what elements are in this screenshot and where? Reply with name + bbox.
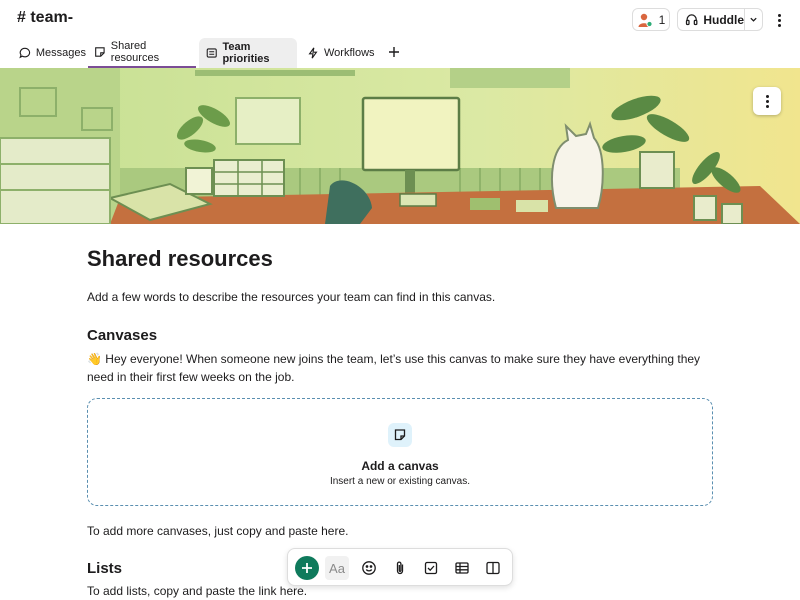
more-options-icon[interactable] — [772, 10, 786, 30]
headphones-icon — [685, 14, 698, 26]
tab-messages[interactable]: Messages — [12, 38, 86, 68]
tab-label: Team priorities — [222, 41, 270, 65]
header-banner-image — [0, 68, 800, 224]
emoji-button[interactable] — [357, 556, 381, 580]
insert-button[interactable] — [295, 556, 319, 580]
table-icon — [455, 562, 469, 574]
columns-icon — [486, 561, 500, 575]
lists-heading[interactable]: Lists — [87, 560, 122, 577]
channel-tabs: Messages Shared resources Team prioritie… — [0, 38, 800, 68]
checkbox-icon — [424, 561, 438, 575]
canvas-icon — [95, 47, 105, 57]
canvases-description[interactable]: 👋 Hey everyone! When someone new joins t… — [87, 350, 712, 386]
more-canvases-text[interactable]: To add more canvases, just copy and past… — [87, 524, 349, 538]
add-canvas-title: Add a canvas — [361, 459, 439, 473]
tab-label: Shared resources — [110, 40, 160, 64]
banner-options-icon[interactable] — [753, 87, 781, 115]
channel-header: # team- 1 Huddle — [0, 0, 800, 38]
wave-emoji: 👋 — [87, 352, 102, 366]
avatar-icon — [638, 13, 653, 27]
message-icon — [19, 47, 31, 59]
canvas-icon — [388, 423, 412, 447]
table-button[interactable] — [450, 556, 474, 580]
huddle-label: Huddle — [703, 12, 744, 27]
huddle-start[interactable]: Huddle — [678, 9, 745, 30]
emoji-icon — [362, 561, 376, 575]
formatting-toolbar: Aa — [287, 548, 513, 586]
member-count: 1 — [658, 12, 666, 27]
channel-title[interactable]: # team- — [17, 9, 73, 27]
tab-workflows[interactable]: Workflows — [300, 38, 380, 68]
tab-label: Messages — [35, 47, 86, 59]
plus-icon — [389, 47, 399, 57]
add-canvas-dropzone[interactable]: Add a canvas Insert a new or existing ca… — [87, 398, 713, 506]
huddle-options[interactable] — [745, 9, 762, 30]
page-title[interactable]: Shared resources — [87, 246, 273, 272]
lists-text[interactable]: To add lists, copy and paste the link he… — [87, 584, 307, 598]
tab-team-priorities[interactable]: Team priorities — [199, 38, 297, 68]
attachment-icon — [396, 561, 404, 575]
canvases-heading[interactable]: Canvases — [87, 327, 157, 344]
lightning-icon — [308, 47, 318, 59]
text-format-icon: Aa — [329, 560, 345, 576]
add-canvas-subtitle: Insert a new or existing canvas. — [329, 476, 471, 487]
plus-icon — [302, 563, 312, 573]
layout-button[interactable] — [481, 556, 505, 580]
add-tab-button[interactable] — [386, 44, 402, 60]
attach-button[interactable] — [388, 556, 412, 580]
list-icon — [206, 48, 217, 58]
text-format-button[interactable]: Aa — [325, 556, 349, 580]
intro-text[interactable]: Add a few words to describe the resource… — [87, 290, 495, 304]
canvases-body: Hey everyone! When someone new joins the… — [87, 352, 701, 384]
huddle-button[interactable]: Huddle — [677, 8, 763, 31]
tab-label: Workflows — [324, 47, 375, 59]
tab-shared-resources[interactable]: Shared resources — [88, 38, 196, 68]
office-illustration — [0, 68, 800, 224]
chevron-down-icon — [750, 17, 757, 22]
checklist-button[interactable] — [419, 556, 443, 580]
members-button[interactable]: 1 — [632, 8, 670, 31]
